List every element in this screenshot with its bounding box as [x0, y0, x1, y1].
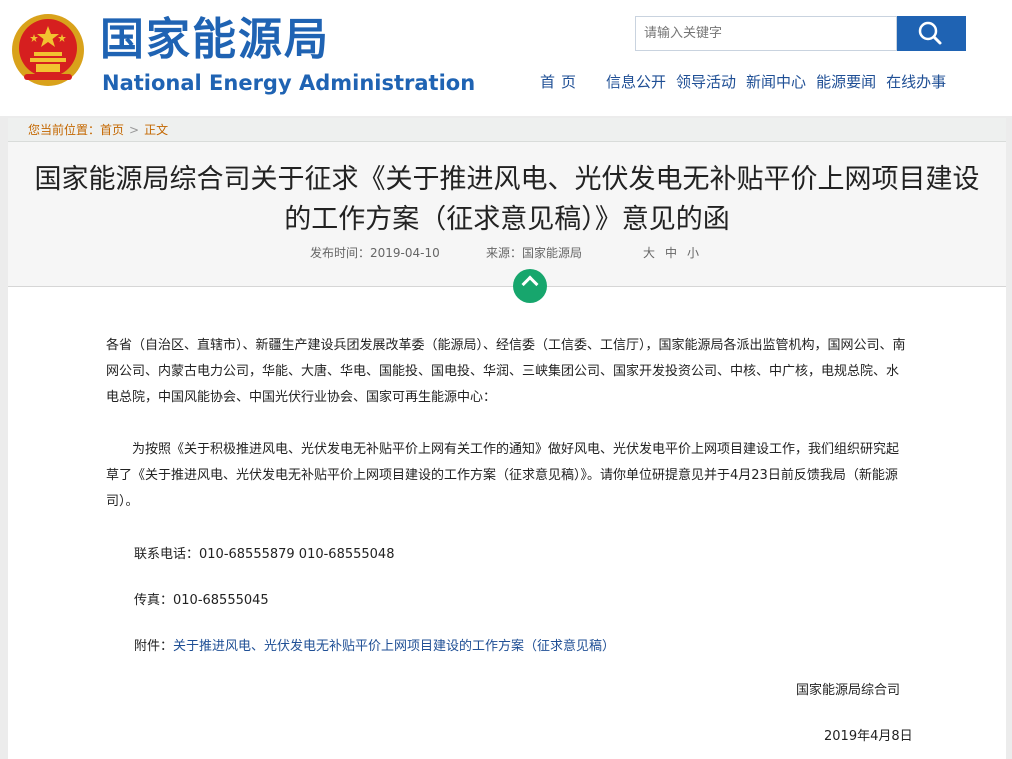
search-input[interactable]: [635, 16, 897, 51]
signature: 国家能源局综合司: [796, 683, 901, 698]
publish-date: 发布时间：2019-04-10: [310, 246, 440, 260]
page-title: 国家能源局综合司关于征求《关于推进风电、光伏发电无补贴平价上网项目建设的工作方案…: [34, 164, 980, 235]
breadcrumb-prefix: 您当前位置：: [28, 123, 101, 137]
chevron-up-icon[interactable]: [513, 269, 547, 303]
body-paragraph-recipients: 各省（自治区、直辖市）、新疆生产建设兵团发展改革委（能源局）、经信委（工信委、工…: [106, 338, 906, 405]
search-icon: [918, 21, 942, 45]
font-size-medium-button[interactable]: 中: [665, 246, 687, 260]
nav-item-online-services[interactable]: 在线办事: [886, 71, 946, 93]
search-button[interactable]: [897, 16, 966, 51]
brand-title-en: National Energy Administration: [102, 71, 476, 95]
article-source: 来源：国家能源局: [486, 246, 583, 260]
nav-item-leadership[interactable]: 领导活动: [676, 71, 736, 93]
font-size-controls: 大中小: [643, 243, 709, 263]
breadcrumb-separator: >: [129, 123, 140, 137]
nav-item-news[interactable]: 新闻中心: [746, 71, 806, 93]
attachment-link[interactable]: 关于推进风电、光伏发电无补贴平价上网项目建设的工作方案（征求意见稿）: [173, 639, 615, 654]
attachment-label: 附件：: [134, 639, 174, 654]
body-paragraph-main: 为按照《关于积极推进风电、光伏发电无补贴平价上网有关工作的通知》做好风电、光伏发…: [106, 442, 900, 509]
font-size-small-button[interactable]: 小: [687, 246, 709, 260]
nav-item-energy-news[interactable]: 能源要闻: [816, 71, 876, 93]
breadcrumb: 您当前位置：首页 > 正文: [8, 118, 1006, 142]
contact-fax: 传真：010-68555045: [134, 593, 269, 608]
attachment-line: 附件：关于推进风电、光伏发电无补贴平价上网项目建设的工作方案（征求意见稿）: [134, 637, 615, 657]
site-header: 国家能源局 National Energy Administration 首页 …: [0, 0, 1012, 116]
main-nav: 首页 信息公开 领导活动 新闻中心 能源要闻 在线办事: [540, 71, 956, 93]
nav-item-info[interactable]: 信息公开: [606, 71, 666, 93]
contact-phone: 联系电话：010-68555879 010-68555048: [134, 547, 395, 562]
national-emblem-icon: [10, 12, 86, 88]
nav-item-home[interactable]: 首页: [540, 71, 582, 93]
font-size-large-button[interactable]: 大: [643, 246, 665, 260]
signature-date: 2019年4月8日: [824, 729, 913, 744]
breadcrumb-home-link[interactable]: 首页: [100, 123, 124, 137]
brand-title-cn: 国家能源局: [100, 14, 330, 65]
breadcrumb-current: 正文: [144, 123, 169, 137]
article-body: 各省（自治区、直辖市）、新疆生产建设兵团发展改革委（能源局）、经信委（工信委、工…: [8, 287, 1006, 759]
article-header: 国家能源局综合司关于征求《关于推进风电、光伏发电无补贴平价上网项目建设的工作方案…: [8, 142, 1006, 287]
article-meta: 发布时间：2019-04-10 来源：国家能源局 大中小: [8, 243, 1006, 263]
